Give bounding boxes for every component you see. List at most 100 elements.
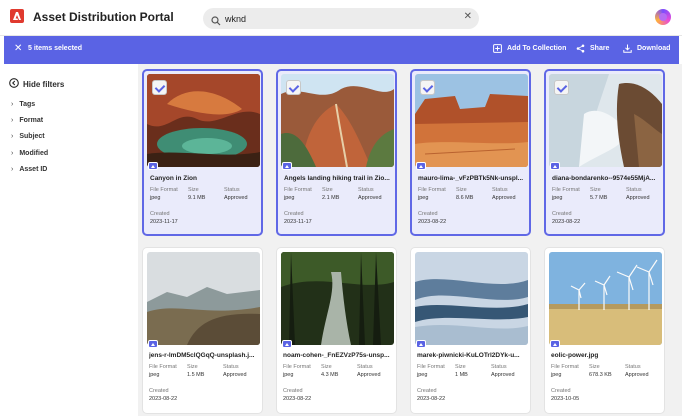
created-value: 2023-11-17 <box>284 219 312 225</box>
selection-bar: ✕ 5 items selected Add To Collection Sha… <box>4 36 679 64</box>
select-checkbox[interactable] <box>420 80 435 95</box>
created-label: Created <box>284 211 304 217</box>
image-type-icon <box>416 340 426 348</box>
size-label: Size <box>187 364 198 370</box>
file-format-label: File Format <box>149 364 177 370</box>
image-type-icon <box>550 162 560 170</box>
clear-search-icon[interactable]: ✕ <box>464 11 472 22</box>
filter-tags[interactable]: › Tags <box>11 101 35 108</box>
status-label: Status <box>491 364 507 370</box>
size-label: Size <box>188 187 199 193</box>
size-label: Size <box>589 364 600 370</box>
asset-card[interactable]: jens-r-lmDM5clQGqQ-unsplash.j... File Fo… <box>142 247 263 414</box>
avatar[interactable] <box>655 9 671 25</box>
created-label: Created <box>417 388 437 394</box>
created-label: Created <box>552 211 572 217</box>
asset-thumbnail <box>147 252 260 345</box>
size-value: 8.6 MB <box>456 195 474 201</box>
select-checkbox[interactable] <box>554 80 569 95</box>
status-label: Status <box>625 364 641 370</box>
created-value: 2023-11-17 <box>150 219 178 225</box>
asset-grid: Canyon in Zion File Format Size Status j… <box>138 64 682 416</box>
add-to-collection-button[interactable]: Add To Collection <box>493 44 566 53</box>
asset-card[interactable]: diana-bondarenko--9574e55MjA... File For… <box>544 69 665 236</box>
download-icon <box>623 44 632 53</box>
created-label: Created <box>149 388 169 394</box>
asset-title: eolic-power.jpg <box>551 352 599 359</box>
filter-sidebar: Hide filters › Tags › Format › Subject ›… <box>0 64 138 416</box>
filter-asset-id[interactable]: › Asset ID <box>11 166 47 173</box>
asset-card[interactable]: noam-cohen-_FnEZVzP75s-unsp... File Form… <box>276 247 397 414</box>
created-label: Created <box>418 211 438 217</box>
chevron-right-icon: › <box>11 101 14 108</box>
created-value: 2023-08-22 <box>417 396 446 402</box>
asset-title: Angels landing hiking trail in Zio... <box>284 175 390 182</box>
select-checkbox[interactable] <box>152 80 167 95</box>
app-title: Asset Distribution Portal <box>33 10 174 24</box>
created-value: 2023-08-22 <box>283 396 312 402</box>
select-checkbox[interactable] <box>286 80 301 95</box>
created-value: 2023-10-05 <box>551 396 580 402</box>
file-format-value: jpeg <box>551 372 562 378</box>
status-value: Approved <box>491 372 515 378</box>
file-format-value: jpeg <box>283 372 294 378</box>
asset-card[interactable]: Angels landing hiking trail in Zio... Fi… <box>276 69 397 236</box>
file-format-label: File Format <box>551 364 579 370</box>
asset-card[interactable]: marek-piwnicki-KuLOTrl2DYk-u... File For… <box>410 247 531 414</box>
file-format-label: File Format <box>283 364 311 370</box>
status-value: Approved <box>358 195 382 201</box>
download-button[interactable]: Download <box>623 44 670 53</box>
file-format-value: jpeg <box>552 195 563 201</box>
status-label: Status <box>358 187 374 193</box>
share-icon <box>576 44 585 53</box>
status-label: Status <box>224 187 240 193</box>
size-value: 1 MB <box>455 372 468 378</box>
created-label: Created <box>283 388 303 394</box>
asset-title: noam-cohen-_FnEZVzP75s-unsp... <box>283 352 390 359</box>
size-label: Size <box>321 364 332 370</box>
filter-modified[interactable]: › Modified <box>11 150 48 157</box>
filter-subject[interactable]: › Subject <box>11 133 45 140</box>
asset-title: mauro-lima-_vFzPBTk5Nk-unspl... <box>418 175 524 182</box>
status-label: Status <box>492 187 508 193</box>
chevron-right-icon: › <box>11 133 14 140</box>
status-value: Approved <box>492 195 516 201</box>
filter-format[interactable]: › Format <box>11 117 43 124</box>
file-format-value: jpeg <box>417 372 428 378</box>
file-format-value: jpeg <box>418 195 429 201</box>
created-label: Created <box>150 211 170 217</box>
status-label: Status <box>357 364 373 370</box>
status-value: Approved <box>625 372 649 378</box>
hide-filters-button[interactable]: Hide filters <box>9 78 64 90</box>
size-value: 678.3 KB <box>589 372 612 378</box>
search-bar[interactable]: ✕ <box>203 8 479 29</box>
status-value: Approved <box>223 372 247 378</box>
chevron-right-icon: › <box>11 166 14 173</box>
close-icon[interactable]: ✕ <box>14 43 22 54</box>
status-label: Status <box>626 187 642 193</box>
adobe-logo[interactable] <box>10 9 24 23</box>
status-label: Status <box>223 364 239 370</box>
status-value: Approved <box>626 195 650 201</box>
size-value: 5.7 MB <box>590 195 608 201</box>
file-format-label: File Format <box>552 187 580 193</box>
size-label: Size <box>455 364 466 370</box>
share-button[interactable]: Share <box>576 44 609 53</box>
asset-thumbnail <box>415 252 528 345</box>
asset-card[interactable]: mauro-lima-_vFzPBTk5Nk-unspl... File For… <box>410 69 531 236</box>
search-input[interactable] <box>225 11 455 26</box>
image-type-icon <box>550 340 560 348</box>
size-value: 2.1 MB <box>322 195 340 201</box>
size-value: 9.1 MB <box>188 195 206 201</box>
size-value: 1.5 MB <box>187 372 205 378</box>
chevron-right-icon: › <box>11 150 14 157</box>
size-label: Size <box>322 187 333 193</box>
file-format-value: jpeg <box>149 372 160 378</box>
status-value: Approved <box>357 372 381 378</box>
chevron-right-icon: › <box>11 117 14 124</box>
asset-card[interactable]: Canyon in Zion File Format Size Status j… <box>142 69 263 236</box>
asset-thumbnail <box>281 252 394 345</box>
search-icon <box>211 13 221 31</box>
file-format-label: File Format <box>284 187 312 193</box>
asset-card[interactable]: eolic-power.jpg File Format Size Status … <box>544 247 665 414</box>
